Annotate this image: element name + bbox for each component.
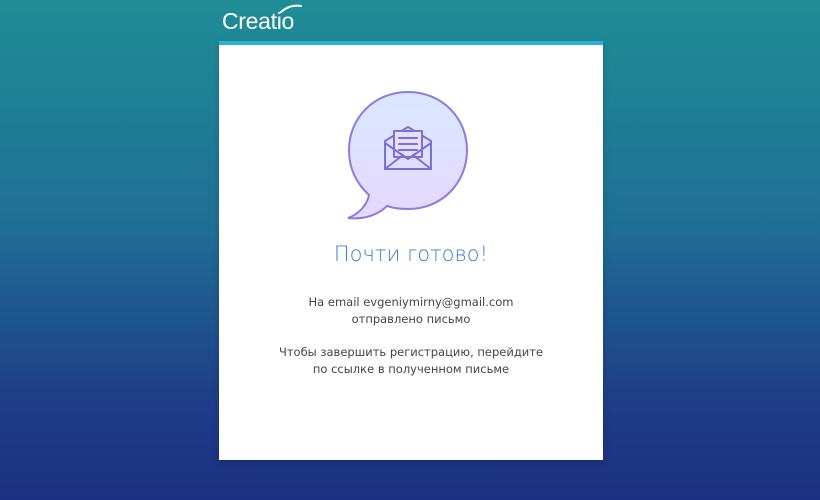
page-title: Почти готово! [333,242,489,266]
instruction-message: Чтобы завершить регистрацию, перейдите п… [219,344,603,378]
envelope-speech-bubble-icon [347,90,469,220]
confirmation-card: Почти готово! На email evgeniymirny@gmai… [219,41,603,460]
sent-message-line-1: На email evgeniymirny@gmail.com [308,295,514,309]
creatio-logo: Creatio [222,4,302,36]
sent-message-line-2: отправлено письмо [351,312,471,326]
instruction-line-1: Чтобы завершить регистрацию, перейдите [278,345,544,359]
sent-message: На email evgeniymirny@gmail.com отправле… [219,294,603,328]
instruction-line-2: по ссылке в полученном письме [312,362,510,376]
logo-swoosh-icon [280,4,302,13]
